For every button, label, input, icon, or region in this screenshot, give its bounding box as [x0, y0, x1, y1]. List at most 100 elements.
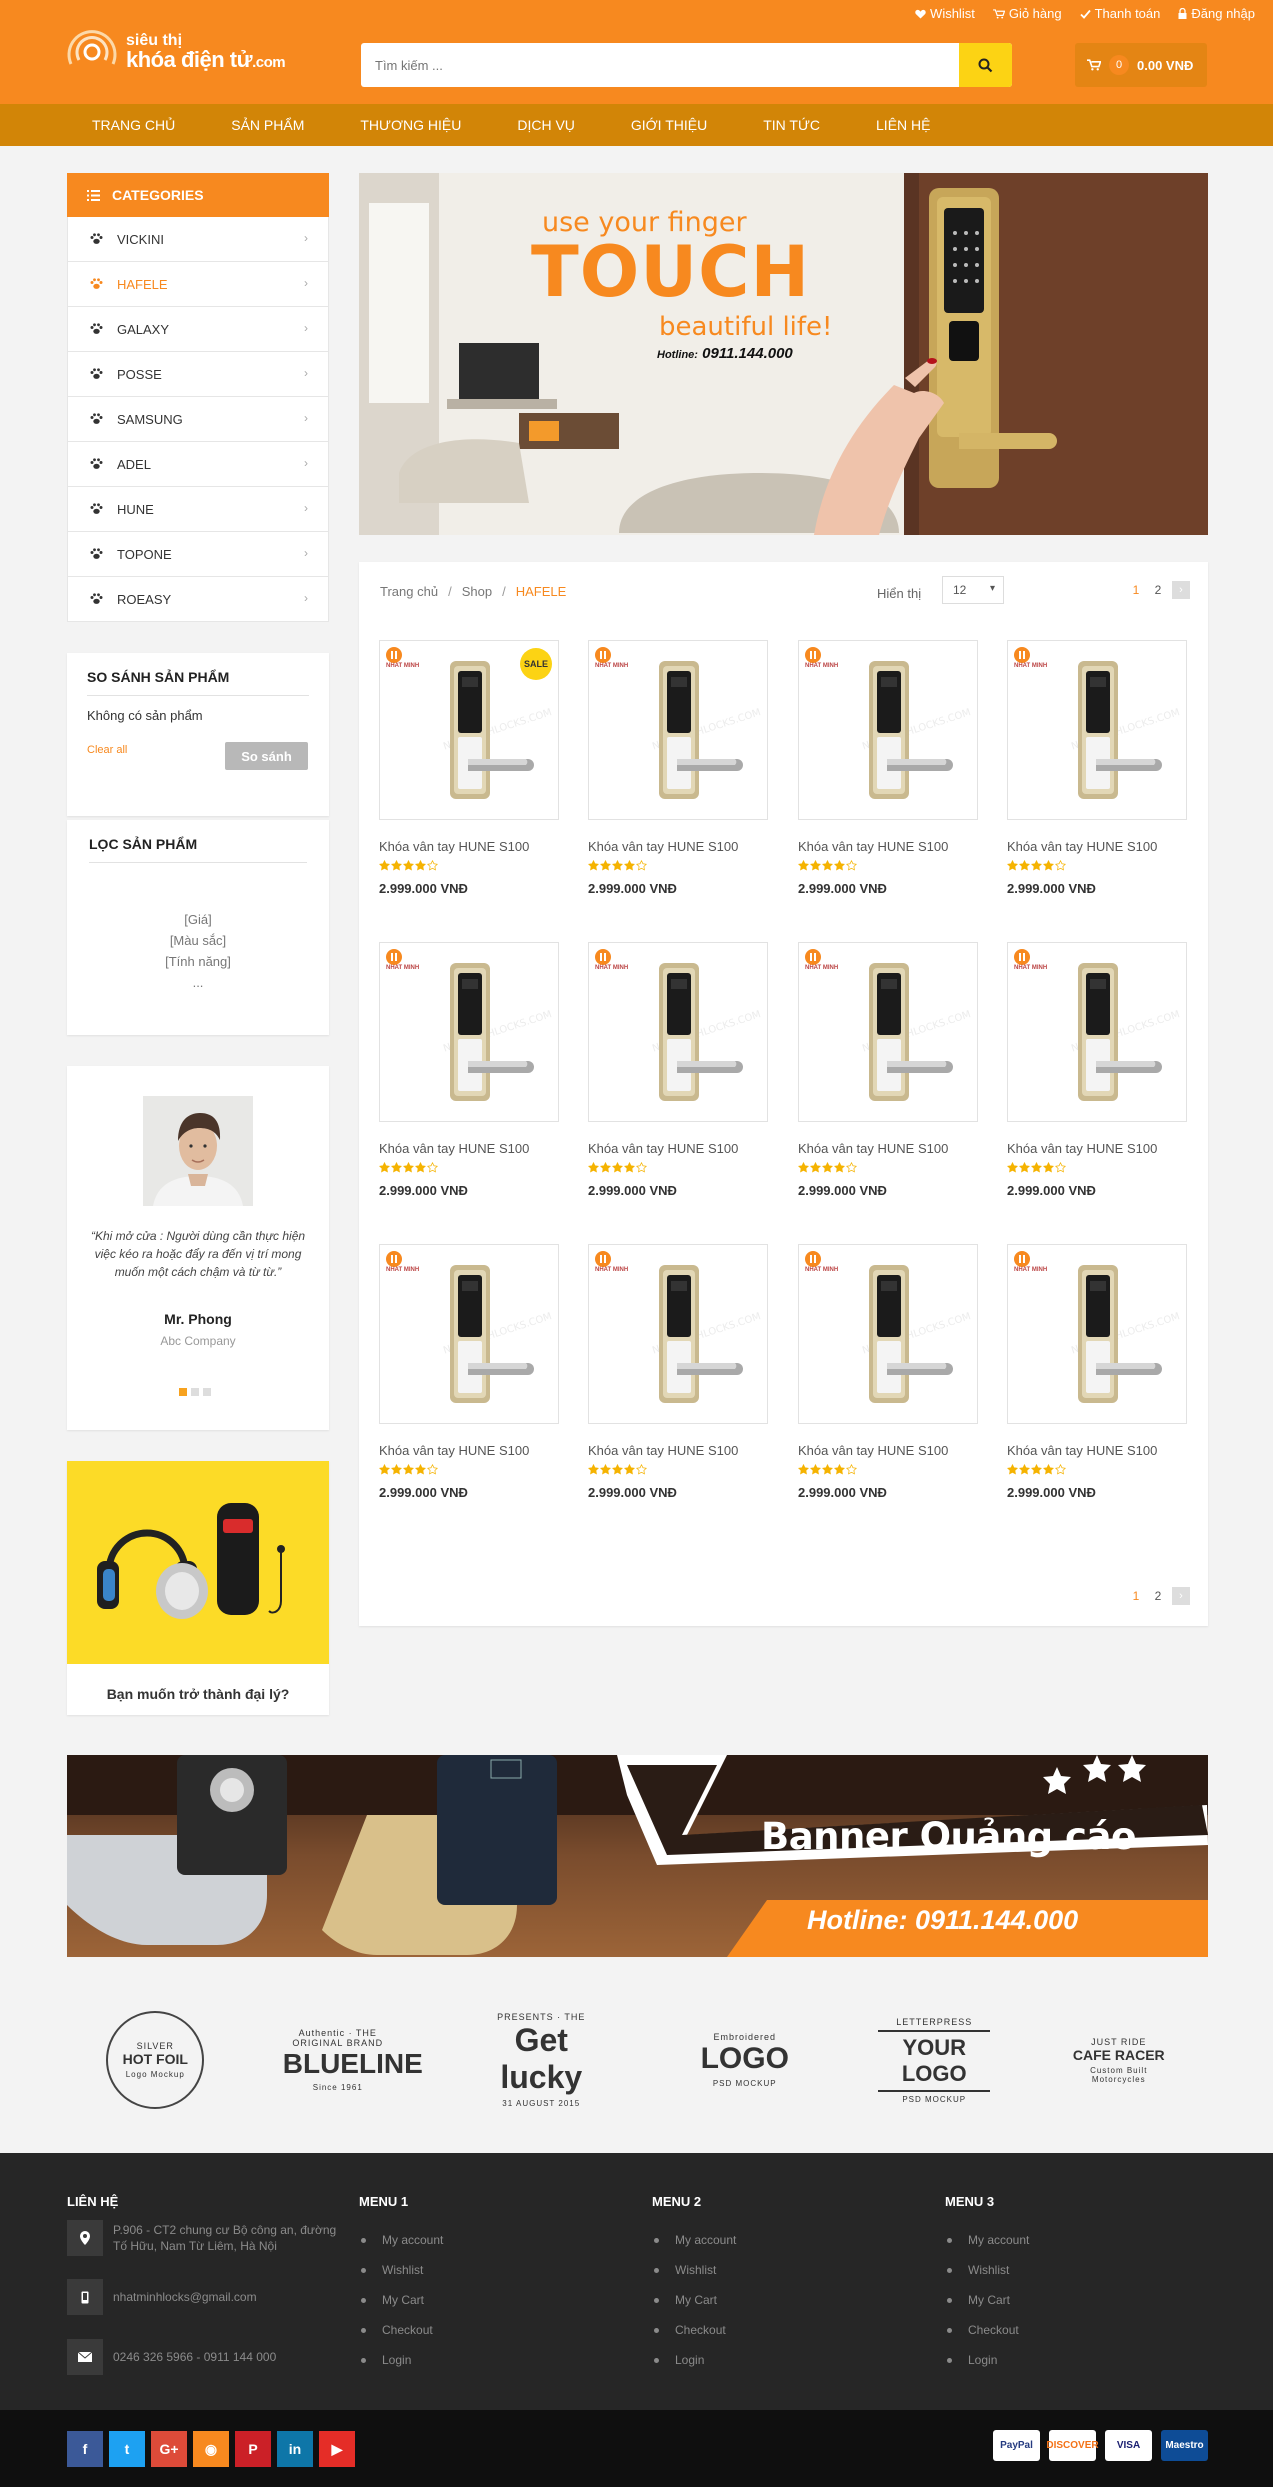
- footer-link-my-cart[interactable]: My Cart: [652, 2285, 736, 2315]
- carousel-dot[interactable]: [191, 1388, 199, 1396]
- page-1[interactable]: 1: [1128, 583, 1144, 597]
- product-thumb[interactable]: NHATMINHLOCKS.COM NHAT MINH: [588, 1244, 768, 1424]
- product-name[interactable]: Khóa vân tay HUNE S100: [379, 1443, 561, 1458]
- youtube-icon[interactable]: ▶: [319, 2431, 355, 2467]
- linkedin-icon[interactable]: in: [277, 2431, 313, 2467]
- brand-logo[interactable]: Embroidered LOGO PSD MOCKUP: [690, 2032, 800, 2088]
- nav-services[interactable]: DỊCH VỤ: [489, 104, 603, 146]
- login-link[interactable]: Đăng nhập: [1178, 6, 1255, 21]
- product-card[interactable]: NHATMINHLOCKS.COM NHAT MINH Khóa vân tay H…: [379, 1244, 561, 1500]
- product-name[interactable]: Khóa vân tay HUNE S100: [588, 1443, 770, 1458]
- footer-link-login[interactable]: Login: [652, 2345, 736, 2375]
- brand-logo[interactable]: PRESENTS · THE Get lucky 31 AUGUST 2015: [471, 2012, 611, 2108]
- footer-link-my-cart[interactable]: My Cart: [359, 2285, 443, 2315]
- product-card[interactable]: NHATMINHLOCKS.COM NHAT MINH Khóa vân tay H…: [1007, 640, 1189, 896]
- brand-logo[interactable]: Authentic · THE ORIGINAL BRAND BLUELINE Si…: [283, 2028, 423, 2092]
- product-thumb[interactable]: NHATMINHLOCKS.COM NHAT MINH: [1007, 640, 1187, 820]
- google-plus-icon[interactable]: G+: [151, 2431, 187, 2467]
- mini-cart-button[interactable]: 0 0.00 VNĐ: [1075, 43, 1207, 87]
- compare-button[interactable]: So sánh: [225, 742, 308, 770]
- product-thumb[interactable]: NHATMINHLOCKS.COM NHAT MINH: [798, 640, 978, 820]
- category-item-hune[interactable]: HUNE ›: [67, 487, 329, 532]
- footer-link-checkout[interactable]: Checkout: [945, 2315, 1029, 2345]
- product-thumb[interactable]: NHATMINHLOCKS.COM NHAT MINH: [1007, 1244, 1187, 1424]
- next-page-button[interactable]: ›: [1172, 581, 1190, 599]
- pinterest-icon[interactable]: P: [235, 2431, 271, 2467]
- product-card[interactable]: NHATMINHLOCKS.COM NHAT MINH Khóa vân tay H…: [798, 942, 980, 1198]
- filter-feature[interactable]: [Tính năng]: [89, 951, 307, 972]
- category-item-samsung[interactable]: SAMSUNG ›: [67, 397, 329, 442]
- page-2[interactable]: 2: [1150, 1589, 1166, 1603]
- nav-about[interactable]: GIỚI THIỆU: [603, 104, 735, 146]
- breadcrumb-shop[interactable]: Shop: [462, 584, 492, 599]
- product-thumb[interactable]: NHATMINHLOCKS.COM NHAT MINH: [588, 942, 768, 1122]
- facebook-icon[interactable]: f: [67, 2431, 103, 2467]
- product-name[interactable]: Khóa vân tay HUNE S100: [588, 839, 770, 854]
- category-item-posse[interactable]: POSSE ›: [67, 352, 329, 397]
- footer-link-wishlist[interactable]: Wishlist: [945, 2255, 1029, 2285]
- product-card[interactable]: NHATMINHLOCKS.COM NHAT MINH Khóa vân tay H…: [798, 640, 980, 896]
- product-card[interactable]: NHATMINHLOCKS.COM NHAT MINH SALE Khóa vân t…: [379, 640, 561, 896]
- rss-icon[interactable]: ◉: [193, 2431, 229, 2467]
- product-card[interactable]: NHATMINHLOCKS.COM NHAT MINH Khóa vân tay H…: [588, 1244, 770, 1500]
- product-card[interactable]: NHATMINHLOCKS.COM NHAT MINH Khóa vân tay H…: [1007, 942, 1189, 1198]
- site-logo[interactable]: siêu thị khóa điện tử.com: [66, 30, 286, 74]
- product-thumb[interactable]: NHATMINHLOCKS.COM NHAT MINH: [798, 942, 978, 1122]
- footer-link-my-account[interactable]: My account: [359, 2225, 443, 2255]
- search-button[interactable]: [959, 43, 1012, 87]
- cart-link[interactable]: Giỏ hàng: [992, 6, 1062, 21]
- nav-brands[interactable]: THƯƠNG HIỆU: [332, 104, 489, 146]
- product-thumb[interactable]: NHATMINHLOCKS.COM NHAT MINH: [379, 942, 559, 1122]
- product-name[interactable]: Khóa vân tay HUNE S100: [1007, 839, 1189, 854]
- product-card[interactable]: NHATMINHLOCKS.COM NHAT MINH Khóa vân tay H…: [379, 942, 561, 1198]
- nav-news[interactable]: TIN TỨC: [735, 104, 848, 146]
- breadcrumb-home[interactable]: Trang chủ: [380, 584, 438, 599]
- dealer-promo[interactable]: Bạn muốn trở thành đại lý?: [67, 1461, 329, 1715]
- carousel-dot[interactable]: [203, 1388, 211, 1396]
- brand-logo[interactable]: LETTERPRESS YOUR LOGO PSD MOCKUP: [878, 2017, 991, 2104]
- product-name[interactable]: Khóa vân tay HUNE S100: [798, 1443, 980, 1458]
- product-card[interactable]: NHATMINHLOCKS.COM NHAT MINH Khóa vân tay H…: [798, 1244, 980, 1500]
- product-card[interactable]: NHATMINHLOCKS.COM NHAT MINH Khóa vân tay H…: [588, 640, 770, 896]
- page-2[interactable]: 2: [1150, 583, 1166, 597]
- footer-link-wishlist[interactable]: Wishlist: [359, 2255, 443, 2285]
- wishlist-link[interactable]: Wishlist: [915, 6, 975, 21]
- footer-link-checkout[interactable]: Checkout: [359, 2315, 443, 2345]
- hero-banner[interactable]: use your finger TOUCH beautiful life! Ho…: [359, 173, 1208, 535]
- product-name[interactable]: Khóa vân tay HUNE S100: [379, 1141, 561, 1156]
- product-card[interactable]: NHATMINHLOCKS.COM NHAT MINH Khóa vân tay H…: [1007, 1244, 1189, 1500]
- page-1[interactable]: 1: [1128, 1589, 1144, 1603]
- product-thumb[interactable]: NHATMINHLOCKS.COM NHAT MINH SALE: [379, 640, 559, 820]
- footer-link-my-cart[interactable]: My Cart: [945, 2285, 1029, 2315]
- brand-logo[interactable]: JUST RIDE CAFE RACER Custom Built Motorcyc…: [1069, 2037, 1169, 2084]
- product-thumb[interactable]: NHATMINHLOCKS.COM NHAT MINH: [798, 1244, 978, 1424]
- next-page-button[interactable]: ›: [1172, 1587, 1190, 1605]
- category-item-vickini[interactable]: VICKINI ›: [67, 217, 329, 262]
- ad-banner[interactable]: Banner Quảng cáo Hotline: 0911.144.000: [67, 1755, 1208, 1957]
- product-name[interactable]: Khóa vân tay HUNE S100: [379, 839, 561, 854]
- product-name[interactable]: Khóa vân tay HUNE S100: [588, 1141, 770, 1156]
- footer-link-checkout[interactable]: Checkout: [652, 2315, 736, 2345]
- footer-link-wishlist[interactable]: Wishlist: [652, 2255, 736, 2285]
- product-name[interactable]: Khóa vân tay HUNE S100: [798, 839, 980, 854]
- product-card[interactable]: NHATMINHLOCKS.COM NHAT MINH Khóa vân tay H…: [588, 942, 770, 1198]
- footer-link-my-account[interactable]: My account: [652, 2225, 736, 2255]
- product-name[interactable]: Khóa vân tay HUNE S100: [1007, 1141, 1189, 1156]
- category-item-galaxy[interactable]: GALAXY ›: [67, 307, 329, 352]
- footer-link-login[interactable]: Login: [359, 2345, 443, 2375]
- footer-email-text[interactable]: nhatminhlocks@gmail.com: [113, 2289, 257, 2305]
- carousel-dot[interactable]: [179, 1388, 187, 1396]
- category-item-topone[interactable]: TOPONE ›: [67, 532, 329, 577]
- category-item-roeasy[interactable]: ROEASY ›: [67, 577, 329, 622]
- nav-contact[interactable]: LIÊN HỆ: [848, 104, 958, 146]
- category-item-hafele[interactable]: HAFELE ›: [67, 262, 329, 307]
- footer-link-login[interactable]: Login: [945, 2345, 1029, 2375]
- nav-home[interactable]: TRANG CHỦ: [64, 104, 203, 146]
- filter-color[interactable]: [Màu sắc]: [89, 930, 307, 951]
- brand-logo[interactable]: SILVER HOT FOIL Logo Mockup: [106, 2011, 205, 2109]
- per-page-select[interactable]: 12: [942, 576, 1004, 604]
- nav-products[interactable]: SẢN PHẨM: [203, 104, 332, 146]
- search-input[interactable]: [361, 43, 957, 87]
- product-thumb[interactable]: NHATMINHLOCKS.COM NHAT MINH: [588, 640, 768, 820]
- product-name[interactable]: Khóa vân tay HUNE S100: [798, 1141, 980, 1156]
